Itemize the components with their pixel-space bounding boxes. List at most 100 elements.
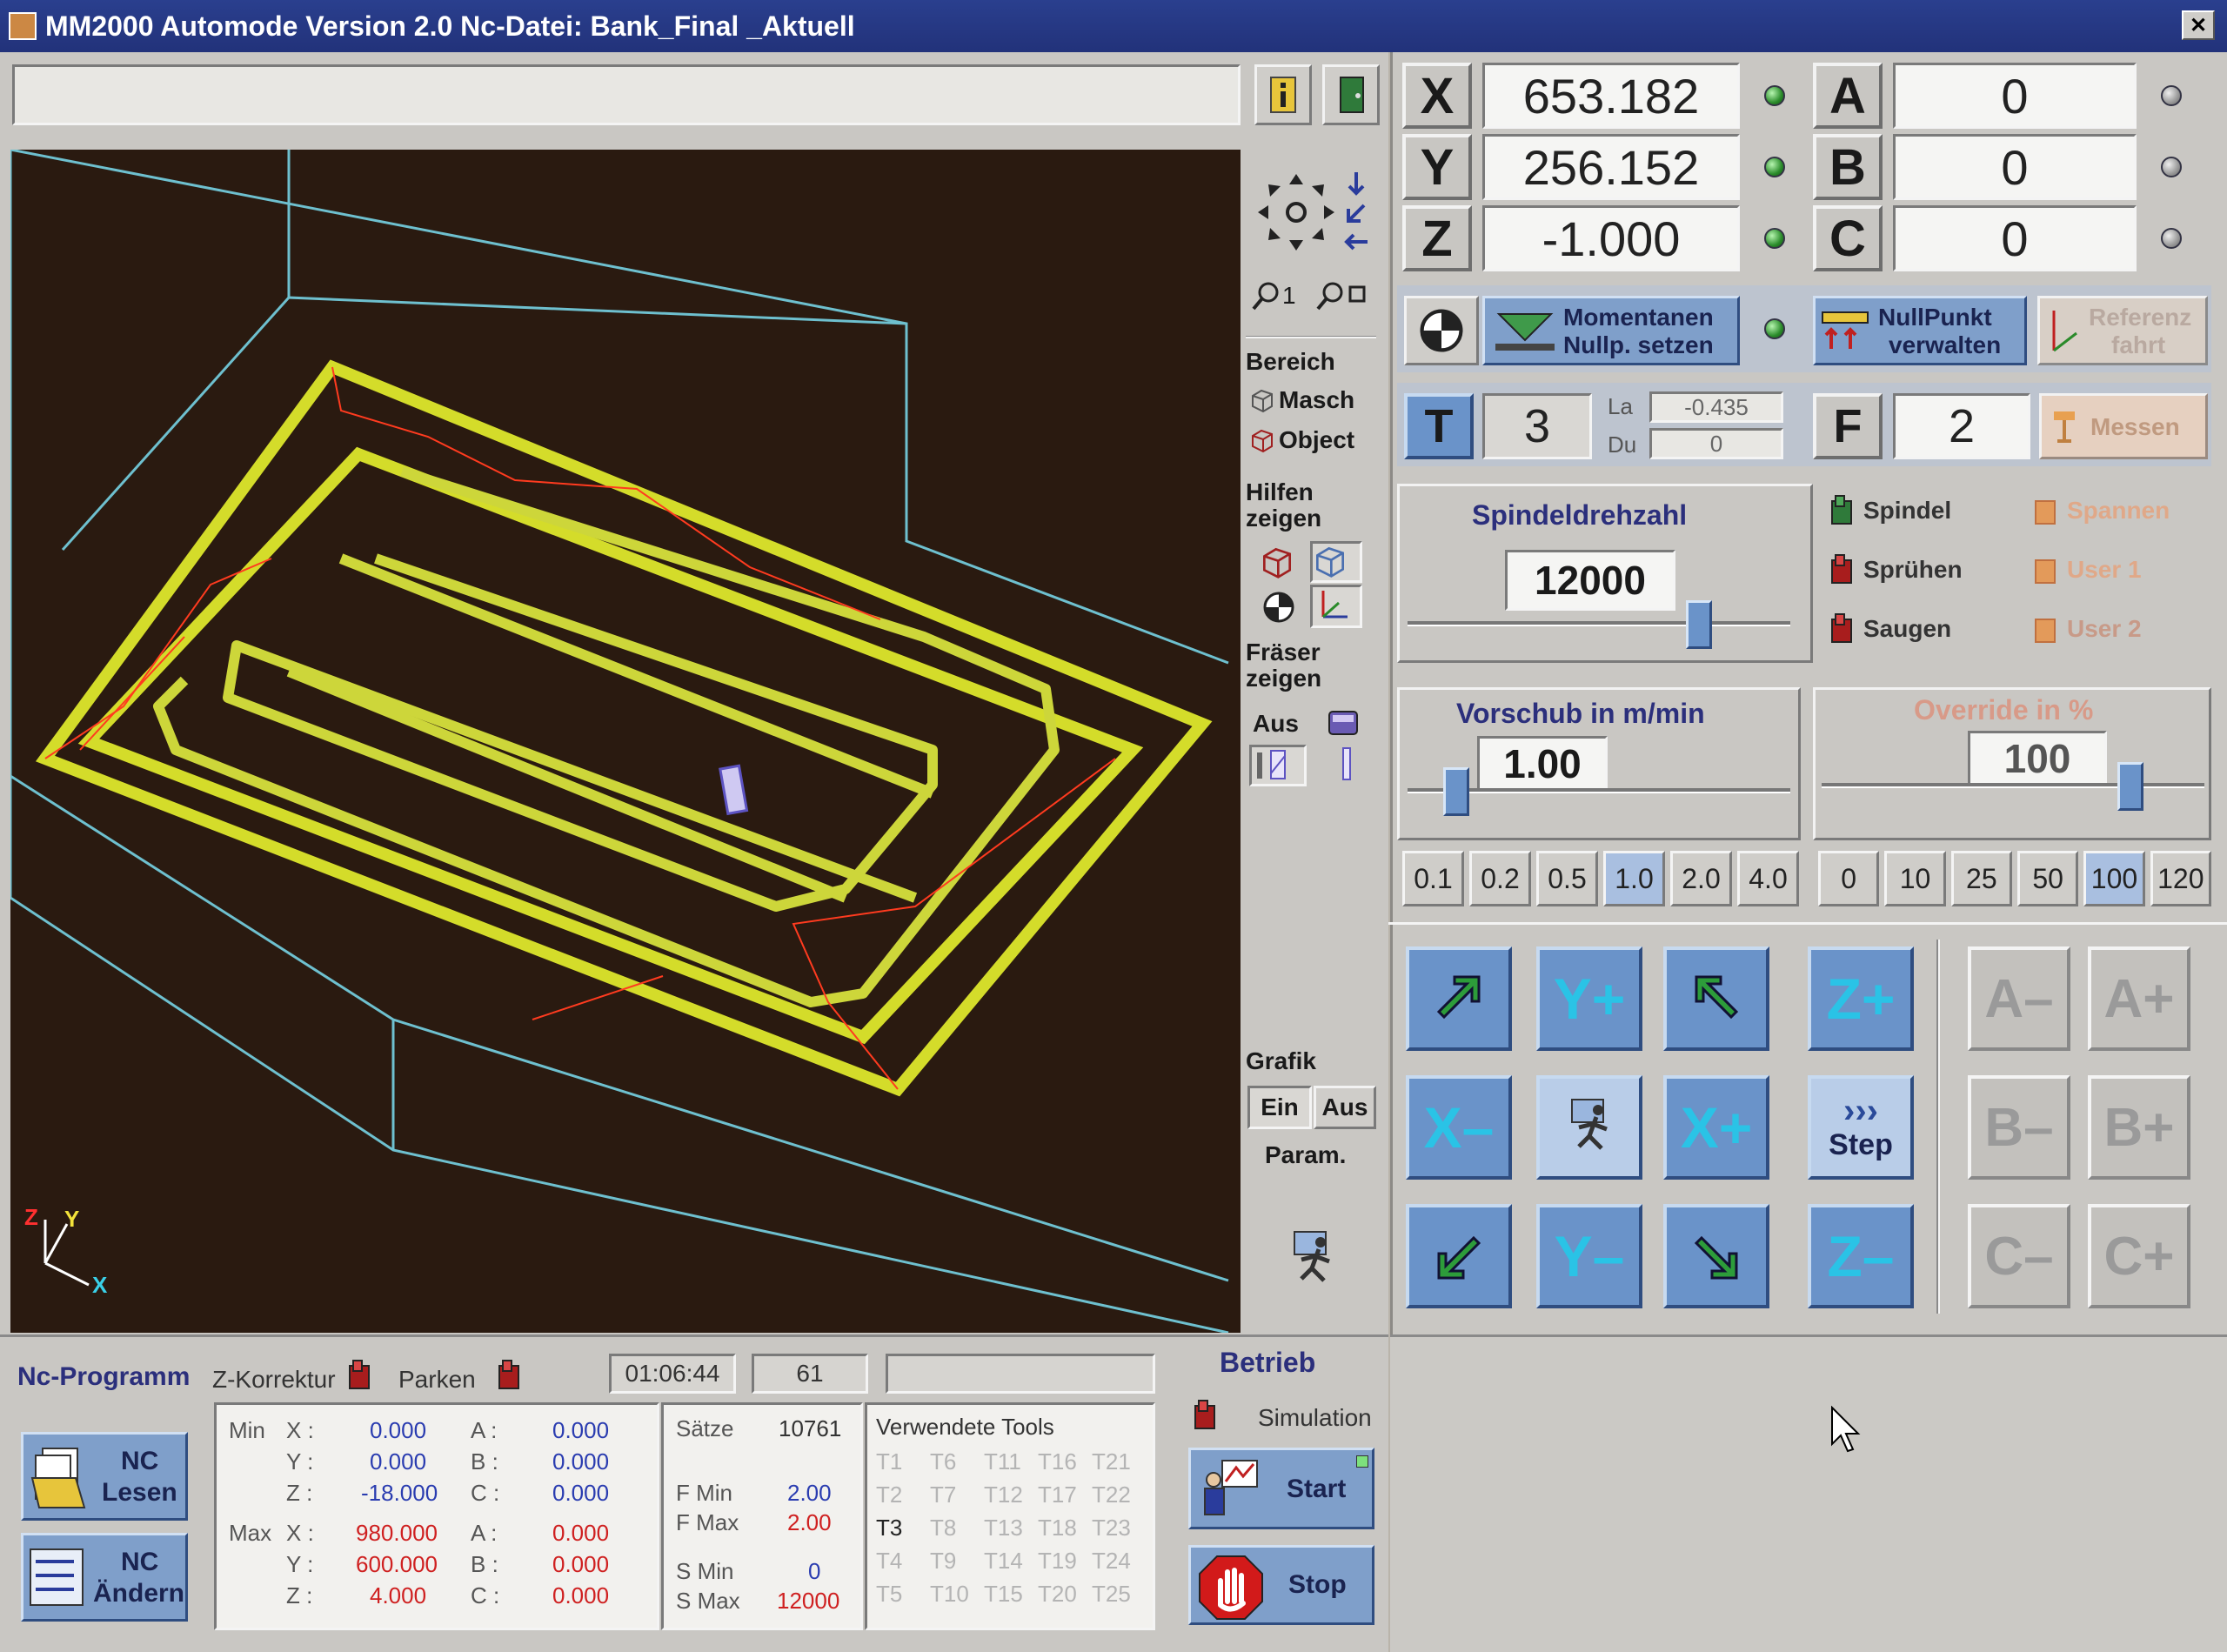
jog-diag-down-right-button[interactable] bbox=[1663, 1204, 1769, 1308]
jog-y-plus-button[interactable]: Y+ bbox=[1536, 946, 1642, 1051]
feed-preset-0-5[interactable]: 0.5 bbox=[1536, 851, 1598, 906]
spindle-slider-thumb[interactable] bbox=[1686, 600, 1712, 649]
param-button[interactable]: Param. bbox=[1265, 1141, 1346, 1169]
spindel-output[interactable]: Spindel bbox=[1829, 494, 1951, 527]
fmax-value: 2.00 bbox=[787, 1509, 832, 1535]
cube-outline-icon bbox=[1263, 547, 1291, 579]
info-icon bbox=[1270, 77, 1296, 113]
cutter-wire-option[interactable] bbox=[1249, 745, 1307, 786]
cutter-line-option[interactable] bbox=[1329, 745, 1364, 786]
start-button[interactable]: Start bbox=[1188, 1448, 1374, 1529]
spindle-title: Spindeldrehzahl bbox=[1472, 499, 1688, 531]
jog-diag-up-left-button[interactable] bbox=[1663, 946, 1769, 1051]
jog-x-minus-button[interactable]: X– bbox=[1406, 1075, 1512, 1180]
smax-label: S Max bbox=[676, 1588, 740, 1614]
masch-option[interactable]: Masch bbox=[1249, 386, 1354, 414]
max-x-value: 980.000 bbox=[356, 1520, 438, 1546]
tool-cell: T14 bbox=[984, 1548, 1023, 1574]
view-rotate-pad[interactable] bbox=[1254, 171, 1338, 254]
feed-preset-2-0[interactable]: 2.0 bbox=[1670, 851, 1732, 906]
x-axis-label: X bbox=[1402, 63, 1472, 129]
code-edit-icon bbox=[30, 1548, 84, 1606]
jog-b-minus-button[interactable]: B– bbox=[1968, 1075, 2070, 1180]
z-korrektur-switch-icon[interactable] bbox=[346, 1357, 372, 1394]
jog-y-minus-button[interactable]: Y– bbox=[1536, 1204, 1642, 1308]
jog-x-plus-button[interactable]: X+ bbox=[1663, 1075, 1769, 1180]
show-workpiece-toggle[interactable] bbox=[1260, 545, 1294, 579]
max-x-label: X : bbox=[286, 1520, 314, 1546]
jog-c-plus-button[interactable]: C+ bbox=[2088, 1204, 2190, 1308]
zoom-window-button[interactable] bbox=[1315, 278, 1374, 313]
override-preset-120[interactable]: 120 bbox=[2150, 851, 2211, 906]
override-preset-25[interactable]: 25 bbox=[1950, 851, 2012, 906]
jog-step-button[interactable]: ››› Step bbox=[1808, 1075, 1914, 1180]
show-machine-toggle[interactable] bbox=[1310, 541, 1362, 583]
run-figure-button[interactable] bbox=[1277, 1225, 1347, 1294]
view-direction-arrows[interactable] bbox=[1343, 171, 1369, 254]
manage-zero-button[interactable]: NullPunkt verwalten bbox=[1813, 296, 2027, 365]
feed-slider-thumb[interactable] bbox=[1443, 767, 1469, 816]
jog-z-minus-button[interactable]: Z– bbox=[1808, 1204, 1914, 1308]
user1-output[interactable]: User 1 bbox=[2032, 553, 2142, 586]
fraeser-label-1: Fräser bbox=[1246, 639, 1321, 665]
max-label: Max bbox=[229, 1520, 272, 1546]
override-preset-50[interactable]: 50 bbox=[2016, 851, 2079, 906]
jog-c-minus-button[interactable]: C– bbox=[1968, 1204, 2070, 1308]
close-button[interactable]: ✕ bbox=[2182, 10, 2215, 40]
nc-aendern-button[interactable]: NC Ändern bbox=[21, 1533, 188, 1622]
object-option[interactable]: Object bbox=[1249, 426, 1354, 454]
override-slider-thumb[interactable] bbox=[2117, 762, 2143, 811]
stop-button[interactable]: Stop bbox=[1188, 1545, 1374, 1625]
feed-preset-4-0[interactable]: 4.0 bbox=[1737, 851, 1799, 906]
jog-diag-down-left-button[interactable] bbox=[1406, 1204, 1512, 1308]
spruehen-output[interactable]: Sprühen bbox=[1829, 553, 1963, 586]
override-slider[interactable] bbox=[1822, 762, 2204, 814]
jog-a-plus-button[interactable]: A+ bbox=[2088, 946, 2190, 1051]
used-tools-panel: Verwendete Tools T1 T6 T11 T16 T21 T2 T7 T12 T17… bbox=[865, 1402, 1155, 1630]
parken-label: Parken bbox=[398, 1366, 476, 1393]
jog-diag-up-right-button[interactable] bbox=[1406, 946, 1512, 1051]
spindle-slider[interactable] bbox=[1408, 600, 1790, 652]
nc-aendern-label-2: Ändern bbox=[93, 1579, 184, 1608]
jog-a-minus-button[interactable]: A– bbox=[1968, 946, 2070, 1051]
tool-cell: T19 bbox=[1038, 1548, 1077, 1574]
fraeser-aus-option[interactable]: Aus bbox=[1253, 710, 1299, 738]
grafik-aus-button[interactable]: Aus bbox=[1314, 1086, 1376, 1129]
origin-button[interactable] bbox=[1404, 296, 1479, 365]
toolpath-viewport[interactable]: Z Y X bbox=[10, 150, 1241, 1333]
feed-preset-0-1[interactable]: 0.1 bbox=[1402, 851, 1464, 906]
cutter-solid-option[interactable] bbox=[1324, 705, 1362, 739]
jog-z-plus-button[interactable]: Z+ bbox=[1808, 946, 1914, 1051]
feed-preset-0-2[interactable]: 0.2 bbox=[1469, 851, 1531, 906]
zoom-1-button[interactable]: 1 bbox=[1251, 278, 1307, 313]
grafik-label: Grafik bbox=[1246, 1047, 1316, 1074]
feed-slider[interactable] bbox=[1408, 767, 1790, 819]
nc-lesen-button[interactable]: NC Lesen bbox=[21, 1432, 188, 1521]
min-label: Min bbox=[229, 1417, 265, 1443]
feed-preset-1-0[interactable]: 1.0 bbox=[1603, 851, 1665, 906]
info-button[interactable] bbox=[1254, 64, 1312, 125]
user2-output[interactable]: User 2 bbox=[2032, 612, 2142, 645]
jog-b-plus-button[interactable]: B+ bbox=[2088, 1075, 2190, 1180]
grafik-ein-button[interactable]: Ein bbox=[1247, 1086, 1312, 1129]
show-origin-toggle[interactable] bbox=[1261, 590, 1296, 625]
reference-run-button[interactable]: Referenz fahrt bbox=[2037, 296, 2208, 365]
show-axes-toggle[interactable] bbox=[1310, 585, 1362, 628]
override-preset-100[interactable]: 100 bbox=[2083, 851, 2145, 906]
parken-switch-icon[interactable] bbox=[496, 1357, 522, 1394]
jog-run-button[interactable] bbox=[1536, 1075, 1642, 1180]
spannen-output[interactable]: Spannen bbox=[2032, 494, 2170, 527]
spindle-slider-track bbox=[1408, 621, 1790, 626]
manage-zero-label-2: verwalten bbox=[1889, 331, 2002, 358]
smin-label: S Min bbox=[676, 1558, 734, 1584]
exit-button[interactable] bbox=[1322, 64, 1380, 125]
override-preset-0[interactable]: 0 bbox=[1818, 851, 1880, 906]
simulation-switch-icon[interactable] bbox=[1192, 1397, 1218, 1434]
override-preset-10[interactable]: 10 bbox=[1884, 851, 1946, 906]
set-zero-button[interactable]: Momentanen Nullp. setzen bbox=[1482, 296, 1740, 365]
measure-button[interactable]: Messen bbox=[2039, 393, 2208, 459]
c-plus-text: C+ bbox=[2103, 1226, 2175, 1287]
saugen-output[interactable]: Saugen bbox=[1829, 612, 1951, 645]
saugen-label: Saugen bbox=[1863, 615, 1952, 642]
zoom-1-label: 1 bbox=[1282, 282, 1296, 309]
